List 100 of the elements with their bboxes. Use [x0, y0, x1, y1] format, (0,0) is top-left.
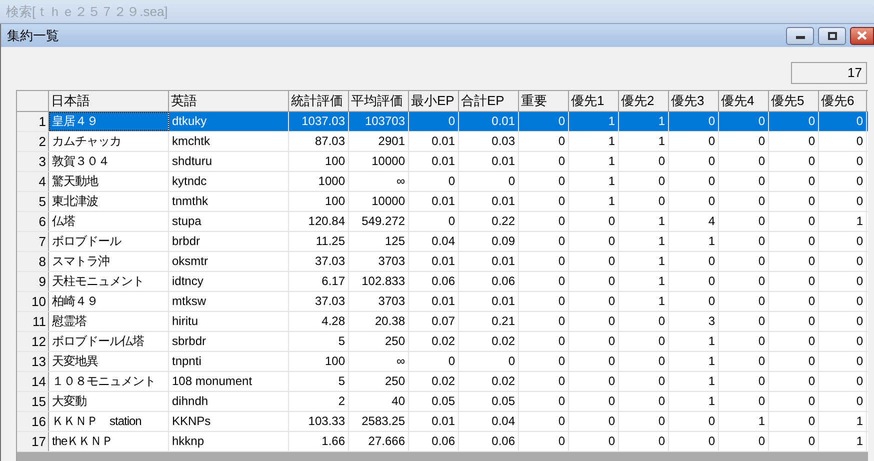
table-cell: hkknp	[169, 432, 289, 451]
table-cell: 0	[719, 352, 769, 371]
table-row[interactable]: 12 ボロブドール仏塔 sbrbdr 5 250 0.02 0.02 0 0 0 1 0 0 0	[17, 332, 868, 352]
table-cell: theＫＫＮＰ	[49, 432, 169, 451]
minimize-button[interactable]	[786, 26, 814, 44]
table-cell: 40	[349, 392, 409, 411]
column-header[interactable]: 優先5	[769, 91, 819, 111]
table-cell: 天変地異	[49, 352, 169, 371]
table-row[interactable]: 16 ＫＫＮＰ station KKNPs 103.33 2583.25 0.01 0.04 0 0 0 0 1 0 1	[17, 412, 868, 432]
table-cell: 1	[619, 252, 669, 271]
row-number: 6	[17, 212, 49, 231]
table-cell: 0	[769, 132, 819, 151]
column-header[interactable]: 優先3	[669, 91, 719, 111]
table-cell: 0	[719, 172, 769, 191]
table-cell: 0	[569, 412, 619, 431]
column-header[interactable]: 平均評価	[349, 91, 409, 111]
table-row[interactable]: 2 カムチャッカ kmchtk 87.03 2901 0.01 0.03 0 1 1 0 0 0 0	[17, 132, 868, 152]
table-row[interactable]: 7 ボロブドール brbdr 11.25 125 0.04 0.09 0 0 1 1 0 0 0	[17, 232, 868, 252]
table-cell: スマトラ沖	[49, 252, 169, 271]
table-cell: 0	[719, 192, 769, 211]
table-row[interactable]: 8 スマトラ沖 oksmtr 37.03 3703 0.01 0.01 0 0 1 0 0 0 0	[17, 252, 868, 272]
column-header[interactable]: 優先1	[569, 91, 619, 111]
column-header[interactable]: 最小EP	[409, 91, 459, 111]
table-cell: dtkuky	[169, 112, 289, 131]
table-cell: 0	[569, 332, 619, 351]
row-number: 2	[17, 132, 49, 151]
table-cell: 0	[619, 392, 669, 411]
table-cell: 1	[569, 152, 619, 171]
table-cell: 0.04	[459, 412, 519, 431]
maximize-button[interactable]	[818, 26, 846, 44]
column-header[interactable]: 英語	[169, 91, 289, 111]
table-cell: 1	[719, 412, 769, 431]
table-row[interactable]: 4 驚天動地 kytndc 1000 ∞ 0 0 0 1 0 0 0 0 0	[17, 172, 868, 192]
table-row[interactable]: 17 theＫＫＮＰ hkknp 1.66 27.666 0.06 0.06 0 0 0 0 0 0 1	[17, 432, 868, 452]
table-cell: 0	[769, 172, 819, 191]
table-cell: 0	[769, 372, 819, 391]
table-cell: 27.666	[349, 432, 409, 451]
table-cell: 1	[619, 212, 669, 231]
table-cell: 0	[719, 432, 769, 451]
table-cell: 1	[619, 112, 669, 131]
table-cell: 0	[669, 112, 719, 131]
table-cell: 0	[769, 312, 819, 331]
table-cell: kytndc	[169, 172, 289, 191]
table-cell: 0	[519, 312, 569, 331]
table-cell: 0.06	[459, 272, 519, 291]
row-number: 14	[17, 372, 49, 391]
column-header[interactable]: 優先2	[619, 91, 669, 111]
table-cell: 仏塔	[49, 212, 169, 231]
table-cell: 108 monument	[169, 372, 289, 391]
table-cell: 1	[669, 372, 719, 391]
table-cell: 0	[769, 352, 819, 371]
close-button[interactable]	[850, 26, 874, 44]
table-cell: oksmtr	[169, 252, 289, 271]
table-cell: 4	[669, 212, 719, 231]
table-cell: 0	[519, 352, 569, 371]
table-cell: ボロブドール仏塔	[49, 332, 169, 351]
table-cell: 0	[619, 312, 669, 331]
table-cell: 0.02	[459, 372, 519, 391]
table-cell: 5	[289, 372, 349, 391]
table-cell: 0	[519, 332, 569, 351]
table-cell: 0	[819, 312, 867, 331]
table-cell: 0	[669, 152, 719, 171]
column-header[interactable]: 優先6	[819, 91, 867, 111]
count-field[interactable]: 17	[791, 62, 867, 84]
table-cell: 0	[819, 192, 867, 211]
table-cell: 0.02	[459, 332, 519, 351]
column-header[interactable]: 優先4	[719, 91, 769, 111]
table-row[interactable]: 5 東北津波 tnmthk 100 10000 0.01 0.01 0 1 0 0 0 0 0	[17, 192, 868, 212]
maximize-icon	[828, 32, 836, 40]
table-row[interactable]: 1 皇居４９ dtkuky 1037.03 103703 0 0.01 0 1 1 0 0 0 0	[17, 112, 868, 132]
table-row[interactable]: 14 １０８モニュメント 108 monument 5 250 0.02 0.02 0 0 0 1 0 0 0	[17, 372, 868, 392]
table-cell: 0.21	[459, 312, 519, 331]
row-number: 10	[17, 292, 49, 311]
table-cell: 0	[819, 332, 867, 351]
table-row[interactable]: 9 天柱モニュメント idtncy 6.17 102.833 0.06 0.06 0 0 1 0 0 0 0	[17, 272, 868, 292]
table-cell: 0	[769, 152, 819, 171]
table-cell: 0	[519, 132, 569, 151]
table-cell: カムチャッカ	[49, 132, 169, 151]
column-header[interactable]: 合計EP	[459, 91, 519, 111]
table-cell: 0	[409, 112, 459, 131]
table-row[interactable]: 6 仏塔 stupa 120.84 549.272 0 0.22 0 0 1 4 0 0 1	[17, 212, 868, 232]
table-row[interactable]: 11 慰霊塔 hiritu 4.28 20.38 0.07 0.21 0 0 0 3 0 0 0	[17, 312, 868, 332]
table-cell: 0	[569, 252, 619, 271]
table-cell: 1	[569, 172, 619, 191]
table-cell: 1	[569, 132, 619, 151]
table-cell: 0	[819, 352, 867, 371]
table-cell: 0	[519, 372, 569, 391]
table-row[interactable]: 15 大変動 dihndh 2 40 0.05 0.05 0 0 0 1 0 0 0	[17, 392, 868, 412]
table-cell: 6.17	[289, 272, 349, 291]
table-cell: 0	[769, 252, 819, 271]
column-header[interactable]: 統計評価	[289, 91, 349, 111]
table-row[interactable]: 10 柏崎４９ mtksw 37.03 3703 0.01 0.01 0 0 1 0 0 0 0	[17, 292, 868, 312]
table-row[interactable]: 3 敦賀３０４ shdturu 100 10000 0.01 0.01 0 1 0 0 0 0 0	[17, 152, 868, 172]
table-cell: 0.06	[459, 432, 519, 451]
column-header[interactable]: 日本語	[49, 91, 169, 111]
table-cell: ∞	[349, 352, 409, 371]
table-cell: 0	[719, 112, 769, 131]
column-header[interactable]: 重要	[519, 91, 569, 111]
row-number: 11	[17, 312, 49, 331]
table-row[interactable]: 13 天変地異 tnpnti 100 ∞ 0 0 0 0 0 1 0 0 0	[17, 352, 868, 372]
